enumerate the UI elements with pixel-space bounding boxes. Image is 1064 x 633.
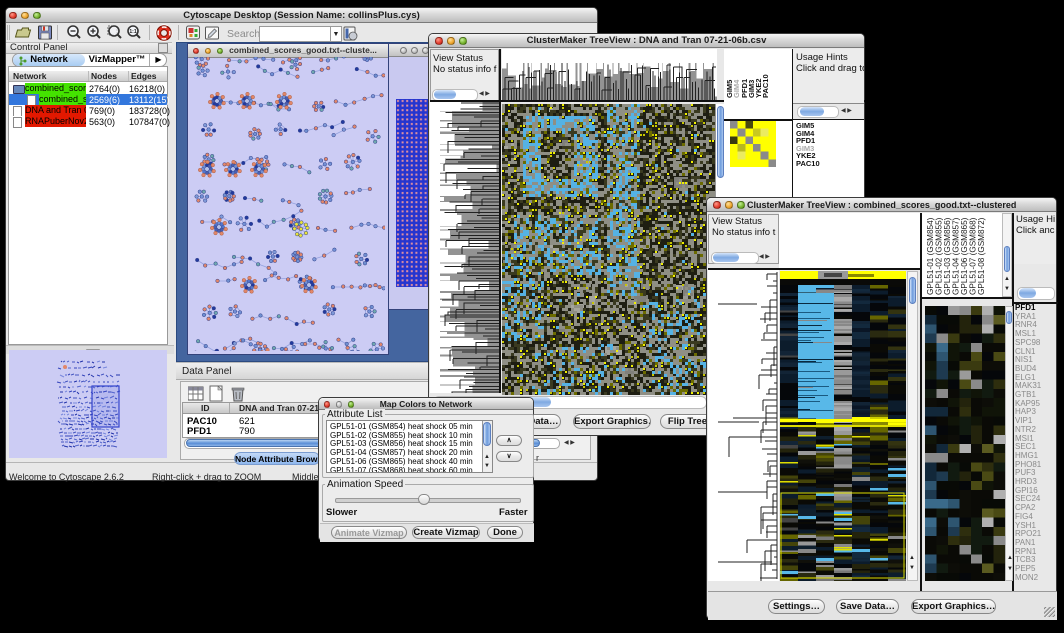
svg-text:GPL51-08 (GSM872): GPL51-08 (GSM872): [977, 217, 986, 295]
svg-text:1:1: 1:1: [129, 29, 136, 35]
svg-text:PAC10: PAC10: [761, 74, 770, 98]
